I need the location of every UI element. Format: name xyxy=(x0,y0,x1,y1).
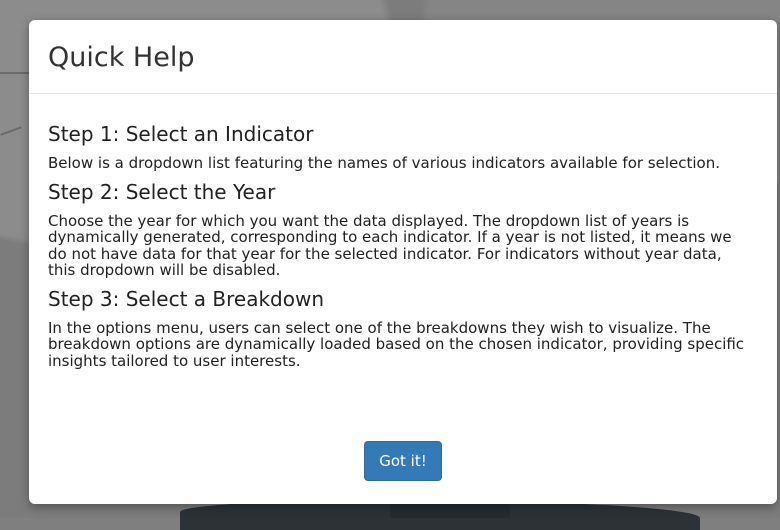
step-1-title: Step 1: Select an Indicator xyxy=(48,122,314,146)
step-3-title: Step 3: Select a Breakdown xyxy=(48,286,324,311)
step-1-text: Below is a dropdown list featuring the n… xyxy=(48,154,720,172)
modal-title: Quick Help xyxy=(48,42,195,73)
step-2-text: Choose the year for which you want the d… xyxy=(48,211,732,279)
quick-help-modal: Quick Help Step 1: Select an Indicator B… xyxy=(29,20,777,504)
map-border-line xyxy=(0,126,22,136)
step-2-title: Step 2: Select the Year xyxy=(48,179,276,204)
modal-header: Quick Help xyxy=(29,20,777,94)
map-border-line xyxy=(0,72,32,74)
modal-footer: Got it! xyxy=(29,441,777,481)
modal-body: Step 1: Select an Indicator Below is a d… xyxy=(29,94,777,369)
got-it-button[interactable]: Got it! xyxy=(364,441,442,481)
step-3-text: In the options menu, users can select on… xyxy=(48,318,745,370)
